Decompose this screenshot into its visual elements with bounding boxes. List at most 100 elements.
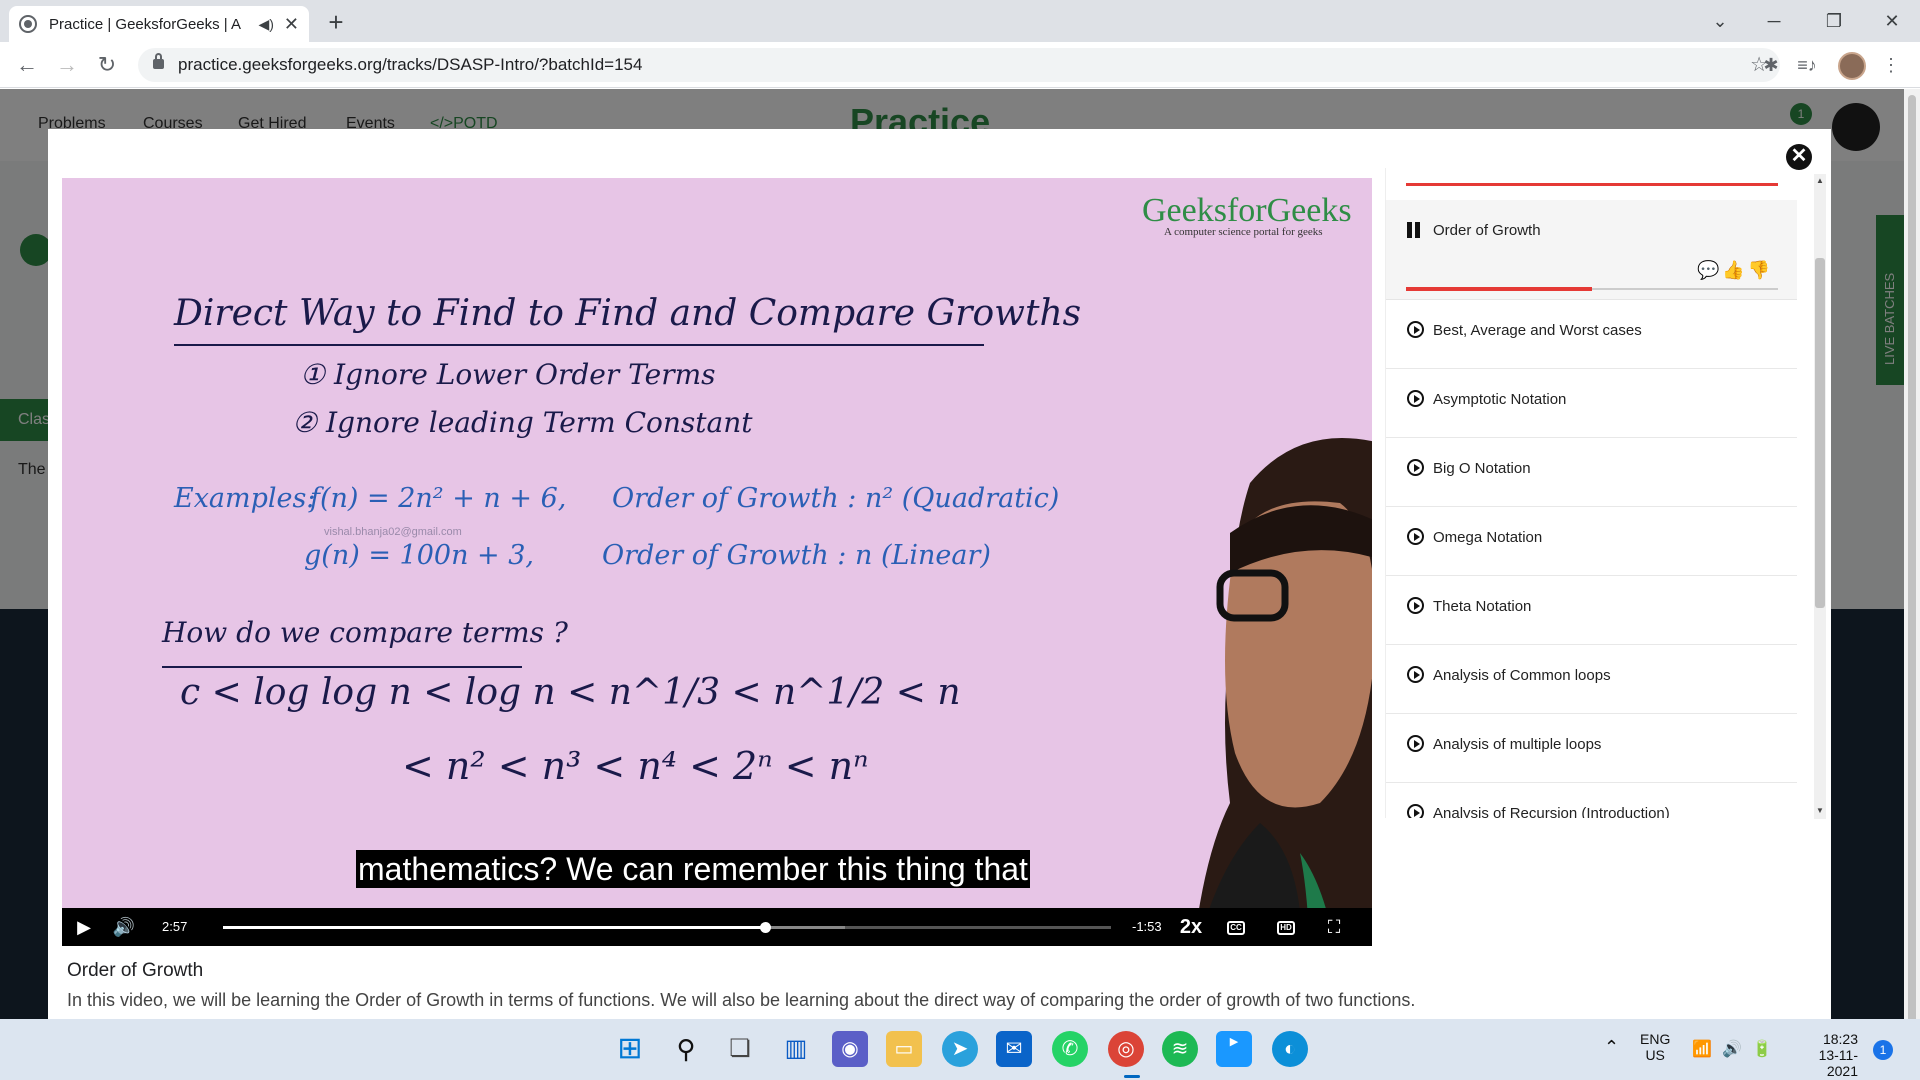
feedback-icons: 💬👍👎 bbox=[1697, 260, 1773, 281]
board-heading-underline bbox=[174, 344, 984, 346]
playlist-scrollbar[interactable]: ▲ ▼ bbox=[1814, 174, 1826, 819]
spotify-icon[interactable]: ≋ bbox=[1162, 1031, 1198, 1067]
chrome-icon[interactable]: ◎ bbox=[1108, 1031, 1144, 1067]
board-rule-2: ② Ignore leading Term Constant bbox=[292, 406, 753, 439]
board-example-1-growth: Order of Growth : n² (Quadratic) bbox=[612, 483, 1060, 514]
address-bar[interactable]: practice.geeksforgeeks.org/tracks/DSASP-… bbox=[138, 48, 1780, 82]
battery-icon[interactable]: 🔋 bbox=[1752, 1039, 1772, 1059]
board-heading: Direct Way to Find to Find and Compare G… bbox=[174, 293, 1082, 334]
browser-tabbar: Practice | GeeksforGeeks | A ◀) ✕ + ⌄ ─ … bbox=[0, 0, 1920, 42]
volume-icon[interactable]: 🔊 bbox=[112, 908, 136, 946]
maximize-button[interactable]: ❐ bbox=[1812, 6, 1856, 36]
playback-speed-button[interactable]: 2x bbox=[1176, 908, 1206, 946]
playlist-top-divider bbox=[1406, 183, 1778, 186]
closed-captions-icon[interactable]: CC bbox=[1224, 908, 1248, 946]
language-indicator[interactable]: ENG US bbox=[1640, 1031, 1670, 1063]
playlist-item-label: Big O Notation bbox=[1433, 460, 1531, 477]
playlist-scrollbar-thumb[interactable] bbox=[1815, 258, 1825, 608]
page-scrollbar[interactable] bbox=[1904, 89, 1920, 1055]
board-example-1: f(n) = 2n² + n + 6, bbox=[310, 483, 567, 514]
playlist-item[interactable]: Omega Notation bbox=[1386, 507, 1797, 576]
board-watermark: vishal.bhanja02@gmail.com bbox=[324, 526, 462, 538]
play-icon[interactable]: ▶ bbox=[74, 908, 94, 946]
active-item-progress-fill bbox=[1406, 287, 1592, 291]
fullscreen-icon[interactable]: ⛶ bbox=[1322, 908, 1346, 946]
playlist-item-active[interactable]: Order of Growth bbox=[1386, 200, 1797, 300]
playlist-item-label: Analysis of multiple loops bbox=[1433, 736, 1602, 753]
browser-toolbar: ← → ↻ practice.geeksforgeeks.org/tracks/… bbox=[0, 42, 1920, 88]
play-circle-icon bbox=[1407, 459, 1424, 476]
playlist-item[interactable]: Analysis of Recursion (Introduction) bbox=[1386, 783, 1797, 818]
active-app-indicator bbox=[1124, 1075, 1140, 1078]
back-arrow-icon[interactable]: ← bbox=[12, 50, 42, 80]
playlist-item-label: Analysis of Common loops bbox=[1433, 667, 1611, 684]
notification-badge[interactable]: 1 bbox=[1873, 1040, 1893, 1060]
window-close-button[interactable]: ✕ bbox=[1870, 6, 1914, 36]
start-windows-icon[interactable]: ⊞ bbox=[612, 1031, 648, 1067]
hd-quality-icon[interactable]: HD bbox=[1274, 908, 1298, 946]
active-item-progress bbox=[1406, 287, 1778, 291]
extensions-puzzle-icon[interactable]: ✱ bbox=[1756, 50, 1786, 80]
tab-title: Practice | GeeksforGeeks | A bbox=[49, 15, 242, 33]
forward-arrow-icon[interactable]: → bbox=[52, 50, 82, 80]
playlist-item-label: Omega Notation bbox=[1433, 529, 1543, 546]
mail-icon[interactable]: ✉ bbox=[996, 1031, 1032, 1067]
video-player[interactable]: GeeksforGeeks A computer science portal … bbox=[62, 178, 1372, 946]
teams-chat-icon[interactable]: ◉ bbox=[832, 1031, 868, 1067]
board-compare-question: How do we compare terms ? bbox=[162, 616, 568, 649]
whatsapp-icon[interactable]: ✆ bbox=[1052, 1031, 1088, 1067]
tab-search-icon[interactable]: ⌄ bbox=[1698, 6, 1742, 36]
widgets-icon[interactable]: ▥ bbox=[778, 1031, 814, 1067]
prime-video-icon[interactable]: ▶ bbox=[1216, 1031, 1252, 1067]
show-hidden-icons-chevron-icon[interactable]: ⌃ bbox=[1604, 1037, 1619, 1058]
clock-date: 13-11-2021 bbox=[1818, 1047, 1858, 1079]
current-time: 2:57 bbox=[162, 919, 188, 934]
browser-menu-icon[interactable]: ⋮ bbox=[1876, 50, 1906, 80]
clock[interactable]: 18:23 13-11-2021 bbox=[1794, 1031, 1858, 1079]
playlist-item[interactable]: Analysis of multiple loops bbox=[1386, 714, 1797, 783]
playlist-item[interactable]: Big O Notation bbox=[1386, 438, 1797, 507]
file-explorer-icon[interactable]: ▭ bbox=[886, 1031, 922, 1067]
thumbs-up-icon[interactable]: 👍 bbox=[1722, 260, 1747, 280]
remaining-time: -1:53 bbox=[1132, 919, 1162, 934]
tab-audio-icon[interactable]: ◀) bbox=[258, 16, 273, 33]
search-icon[interactable]: ⚲ bbox=[668, 1031, 704, 1067]
scroll-down-arrow-icon[interactable]: ▼ bbox=[1814, 806, 1826, 815]
tab-close-icon[interactable]: ✕ bbox=[284, 14, 299, 35]
playlist-item[interactable]: Theta Notation bbox=[1386, 576, 1797, 645]
play-circle-icon bbox=[1407, 735, 1424, 752]
progress-scrubber-knob[interactable] bbox=[759, 922, 771, 933]
video-progress-bar[interactable] bbox=[223, 922, 1111, 933]
video-title: Order of Growth bbox=[67, 960, 204, 981]
new-tab-button[interactable]: + bbox=[320, 8, 352, 38]
browser-tab[interactable]: Practice | GeeksforGeeks | A ◀) ✕ bbox=[9, 6, 309, 42]
board-example-2-growth: Order of Growth : n (Linear) bbox=[602, 540, 991, 571]
playlist-item[interactable]: Analysis of Common loops bbox=[1386, 645, 1797, 714]
media-control-icon[interactable]: ≡♪ bbox=[1792, 50, 1822, 80]
lock-icon bbox=[153, 53, 164, 69]
speaker-icon[interactable]: 🔊 bbox=[1722, 1039, 1742, 1059]
telegram-icon[interactable]: ➤ bbox=[942, 1031, 978, 1067]
play-circle-icon bbox=[1407, 321, 1424, 338]
playlist-active-label: Order of Growth bbox=[1433, 222, 1541, 239]
playlist-item[interactable]: Best, Average and Worst cases bbox=[1386, 300, 1797, 369]
language-code: ENG bbox=[1640, 1031, 1671, 1047]
region-code: US bbox=[1645, 1047, 1665, 1063]
site-favicon-icon bbox=[19, 15, 37, 33]
edge-icon[interactable]: ◐ bbox=[1272, 1031, 1308, 1067]
profile-avatar[interactable] bbox=[1838, 52, 1866, 80]
play-circle-icon bbox=[1407, 597, 1424, 614]
modal-close-icon[interactable]: ✕ bbox=[1786, 144, 1812, 170]
reload-icon[interactable]: ↻ bbox=[92, 50, 122, 80]
pause-icon bbox=[1407, 222, 1421, 238]
playlist-item[interactable]: Asymptotic Notation bbox=[1386, 369, 1797, 438]
page-scrollbar-thumb[interactable] bbox=[1908, 95, 1916, 1055]
task-view-icon[interactable]: ❏ bbox=[722, 1031, 758, 1067]
wifi-icon[interactable]: 📶 bbox=[1692, 1039, 1712, 1059]
comment-icon[interactable]: 💬 bbox=[1697, 260, 1722, 280]
play-circle-icon bbox=[1407, 666, 1424, 683]
playlist-item-label: Theta Notation bbox=[1433, 598, 1532, 615]
thumbs-down-icon[interactable]: 👎 bbox=[1748, 260, 1773, 280]
scroll-up-arrow-icon[interactable]: ▲ bbox=[1814, 176, 1826, 185]
minimize-button[interactable]: ─ bbox=[1752, 6, 1796, 36]
